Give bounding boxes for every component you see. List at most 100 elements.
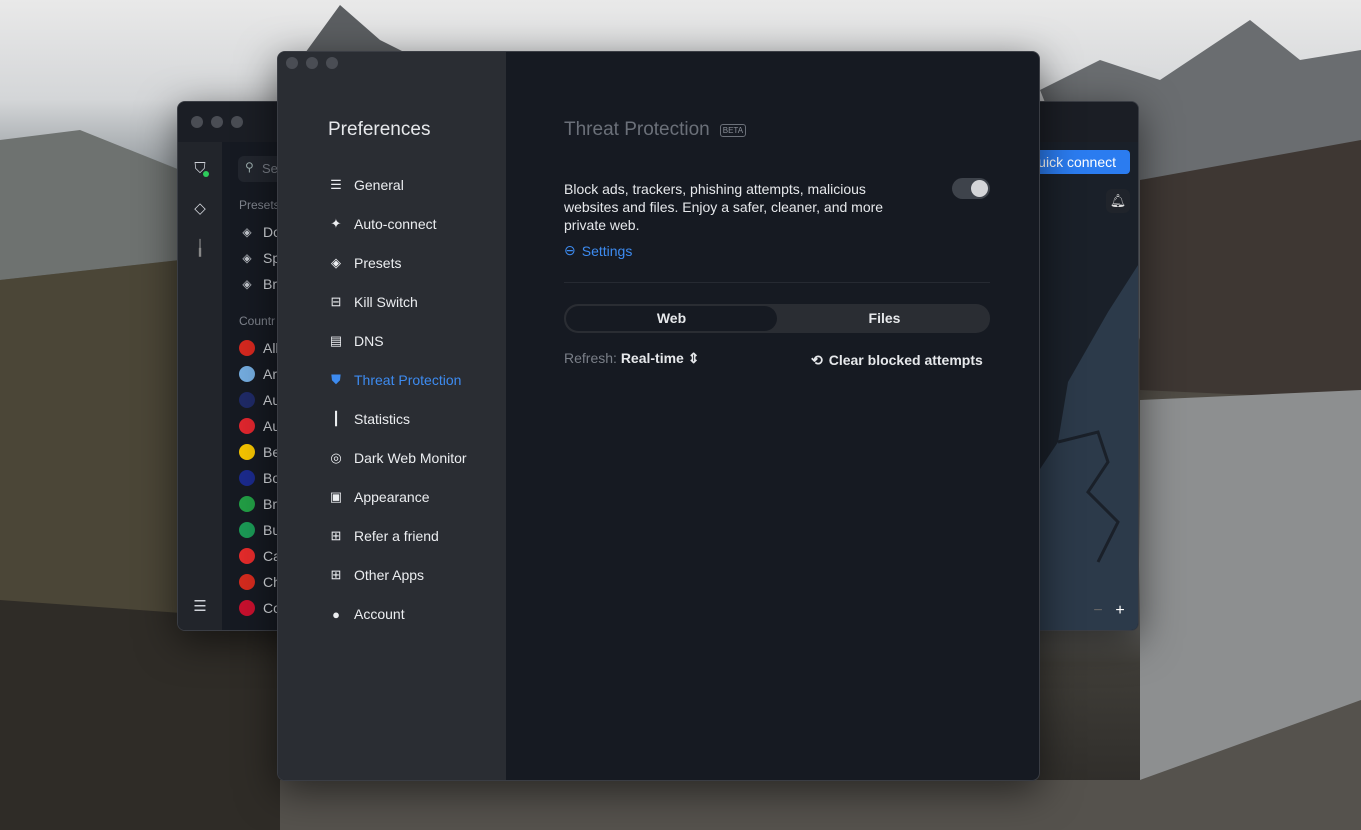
sliders-icon: ☰	[330, 177, 342, 192]
nav-label: Other Apps	[354, 567, 425, 583]
preferences-sidebar: Preferences ☰ General ✦ Auto-connect ◈ Preset…	[278, 52, 506, 780]
flag-icon	[239, 418, 255, 434]
country-item[interactable]: Ca	[239, 546, 281, 566]
settings-label: Settings	[581, 242, 633, 259]
layers-icon: ◈	[242, 251, 252, 265]
settings-link[interactable]: ⊖ Settings	[564, 242, 632, 259]
search-icon: ⚲	[245, 160, 254, 174]
nav-item-account[interactable]: ● Account	[328, 606, 405, 622]
user-icon: ●	[332, 606, 340, 622]
country-item[interactable]: Co	[239, 598, 281, 618]
flag-icon	[239, 522, 255, 538]
window-icon: ▣	[329, 489, 343, 504]
nav-label: General	[354, 177, 404, 193]
close-button[interactable]	[286, 57, 298, 69]
tab-switcher: Web Files	[564, 304, 990, 333]
quick-connect-button[interactable]: Quick connect	[1038, 150, 1130, 174]
flag-icon	[239, 470, 255, 486]
clear-label: Clear blocked attempts	[828, 352, 983, 368]
nav-item-other-apps[interactable]: ⊞ Other Apps	[328, 567, 425, 583]
settings-sliders-icon[interactable]: ☰	[191, 598, 209, 616]
zoom-out-button[interactable]: −	[1088, 602, 1108, 620]
layers-icon: ◈	[242, 225, 252, 239]
nav-item-auto-connect[interactable]: ✦ Auto-connect	[328, 216, 437, 232]
nav-item-dns[interactable]: ▤ DNS	[328, 333, 384, 349]
country-item[interactable]: Au	[239, 416, 280, 436]
tab-web[interactable]: Web	[566, 306, 777, 331]
threat-protection-toggle[interactable]	[952, 178, 990, 199]
nav-label: Appearance	[354, 489, 430, 505]
country-item[interactable]: Bu	[239, 520, 280, 540]
gift-icon: ⊞	[330, 528, 342, 543]
flag-icon	[239, 574, 255, 590]
chevron-updown-icon: ⇕	[687, 350, 700, 366]
kill-switch-icon: ⊟	[330, 294, 342, 309]
preset-item[interactable]: ◈ Br	[239, 274, 277, 294]
nav-label: Account	[354, 606, 405, 622]
bar-chart-icon: ┃	[332, 411, 340, 426]
countries-heading: Countr	[239, 314, 276, 328]
preferences-title: Preferences	[328, 119, 431, 140]
zoom-button[interactable]	[231, 116, 243, 128]
preset-name: Br	[263, 276, 277, 292]
nav-item-refer-a-friend[interactable]: ⊞ Refer a friend	[328, 528, 439, 544]
refresh-selector[interactable]: Refresh: Real-time ⇕	[564, 350, 699, 367]
nav-label: Kill Switch	[354, 294, 418, 310]
zoom-button[interactable]	[326, 57, 338, 69]
country-item[interactable]: Ch	[239, 572, 281, 592]
flag-icon	[239, 340, 255, 356]
refresh-label: Refresh:	[564, 350, 617, 366]
close-button[interactable]	[191, 116, 203, 128]
map-landmass	[1038, 265, 1138, 630]
preset-item[interactable]: ◈ Sp	[239, 248, 280, 268]
nav-item-statistics[interactable]: ┃ Statistics	[328, 411, 410, 427]
flag-icon	[239, 444, 255, 460]
layers-icon: ◈	[331, 255, 341, 270]
layers-icon[interactable]: ◇	[191, 200, 209, 218]
nav-item-appearance[interactable]: ▣ Appearance	[328, 489, 430, 505]
nav-label: Auto-connect	[354, 216, 437, 232]
nav-item-threat-protection[interactable]: ⛊ Threat Protection	[328, 372, 461, 388]
notifications-bell-icon[interactable]: 🔔︎	[1106, 189, 1130, 213]
nav-item-dark-web-monitor[interactable]: ◎ Dark Web Monitor	[328, 450, 467, 466]
wifi-sparkle-icon: ✦	[330, 216, 342, 231]
refresh-value: Real-time	[620, 350, 684, 366]
flag-icon	[239, 366, 255, 382]
radar-icon: ◎	[330, 450, 342, 465]
page-title: Threat Protection	[564, 119, 710, 140]
tab-files[interactable]: Files	[779, 304, 990, 333]
flag-icon	[239, 600, 255, 616]
minimize-button[interactable]	[211, 116, 223, 128]
presets-heading: Presets	[239, 198, 280, 212]
beta-badge: BETA	[719, 123, 747, 137]
map-view[interactable]: Quick connect 🔔︎ − +	[1038, 142, 1138, 630]
country-item[interactable]: Au	[239, 390, 280, 410]
threat-protection-panel: Threat Protection BETA Block ads, tracker…	[506, 52, 1039, 780]
zoom-in-button[interactable]: +	[1110, 602, 1130, 620]
layers-icon: ◈	[242, 277, 252, 291]
preset-item[interactable]: ◈ Do	[239, 222, 281, 242]
country-item[interactable]: Bo	[239, 468, 280, 488]
nav-item-presets[interactable]: ◈ Presets	[328, 255, 401, 271]
nav-label: Statistics	[354, 411, 411, 427]
shield-status-icon[interactable]: ⛉	[191, 160, 209, 178]
description: Block ads, trackers, phishing attempts, …	[564, 181, 884, 233]
minimize-button[interactable]	[306, 57, 318, 69]
statistics-icon[interactable]: ╽	[191, 240, 209, 258]
nav-label: Threat Protection	[354, 372, 462, 388]
nav-label: Dark Web Monitor	[354, 450, 467, 466]
nav-item-kill-switch[interactable]: ⊟ Kill Switch	[328, 294, 418, 310]
more-circle-icon: ⊖	[564, 242, 576, 258]
shield-icon: ⛊	[331, 372, 341, 387]
icon-rail: ⛉ ◇ ╽ ☰	[178, 142, 222, 630]
flag-icon	[239, 496, 255, 512]
nav-label: DNS	[354, 333, 384, 349]
nav-item-general[interactable]: ☰ General	[328, 177, 404, 193]
nav-label: Refer a friend	[354, 528, 439, 544]
preferences-window: Preferences ☰ General ✦ Auto-connect ◈ Preset…	[277, 51, 1040, 781]
country-item[interactable]: Be	[239, 442, 280, 462]
divider	[564, 282, 990, 283]
flag-icon	[239, 548, 255, 564]
clear-blocked-attempts-button[interactable]: ⟲ Clear blocked attempts	[811, 352, 983, 369]
search-placeholder: Se	[262, 161, 278, 176]
